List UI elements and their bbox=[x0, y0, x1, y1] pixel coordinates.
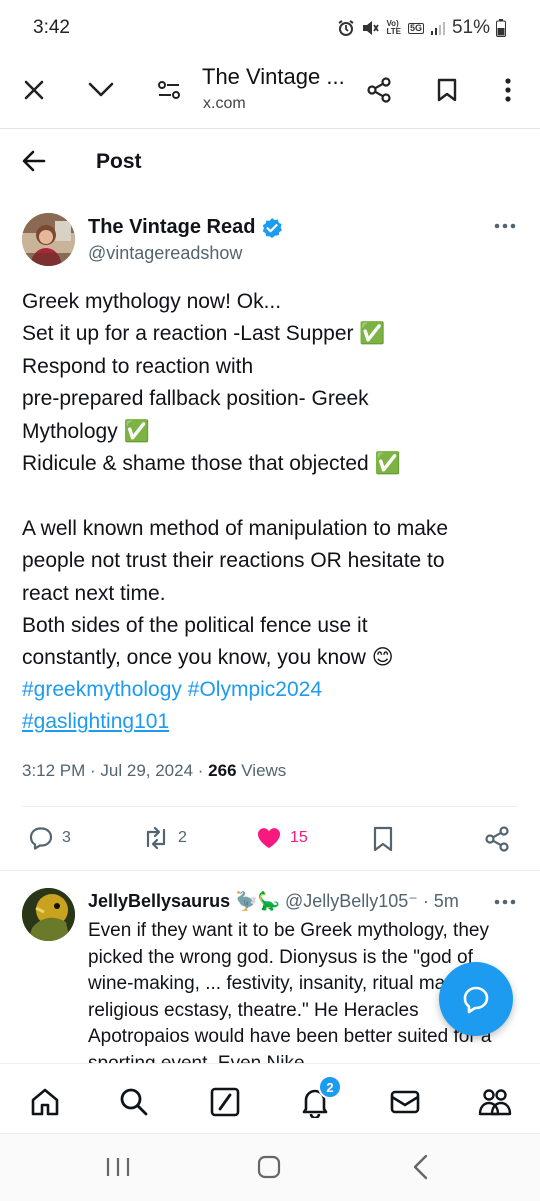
hashtag-link[interactable]: #Olympic2024 bbox=[188, 678, 322, 701]
verified-icon bbox=[261, 217, 283, 239]
communities-icon[interactable] bbox=[475, 1082, 515, 1122]
post-timestamp[interactable]: 3:12 PM · Jul 29, 2024 · bbox=[22, 761, 208, 780]
chat-bubble-icon bbox=[460, 983, 492, 1015]
author-name-text: The Vintage Read bbox=[88, 216, 256, 238]
recents-icon[interactable] bbox=[105, 1156, 131, 1178]
repost-count: 2 bbox=[178, 829, 187, 846]
browser-toolbar: The Vintage ... x.com bbox=[0, 58, 540, 128]
reply-author-handle[interactable]: @JellyBelly105⁻ bbox=[285, 891, 418, 911]
close-icon[interactable] bbox=[16, 72, 52, 108]
repost-icon bbox=[142, 826, 170, 850]
bookmark-icon bbox=[372, 826, 394, 852]
url-bar-title[interactable]: The Vintage ... bbox=[202, 64, 345, 90]
status-time: 3:42 bbox=[33, 17, 70, 38]
post-text: Greek mythology now! Ok... Set it up for… bbox=[22, 290, 449, 670]
post-meta: 3:12 PM · Jul 29, 2024 · 266 Views bbox=[22, 761, 286, 781]
divider bbox=[0, 128, 540, 129]
repost-button[interactable]: 2 bbox=[142, 826, 187, 850]
more-horizontal-icon[interactable] bbox=[494, 898, 516, 906]
divider bbox=[0, 870, 540, 871]
mute-icon bbox=[361, 19, 380, 37]
bookmark-post-button[interactable] bbox=[372, 826, 394, 852]
reply-icon bbox=[28, 826, 54, 850]
author-handle[interactable]: @vintagereadshow bbox=[88, 243, 242, 264]
search-icon[interactable] bbox=[114, 1082, 154, 1122]
like-button[interactable]: 15 bbox=[256, 826, 308, 850]
share-icon[interactable] bbox=[361, 72, 397, 108]
reply-author-emojis: 🦤🦕 bbox=[235, 891, 280, 911]
back-arrow-icon[interactable] bbox=[20, 146, 48, 176]
system-nav-bar bbox=[0, 1133, 540, 1201]
share-icon bbox=[484, 826, 510, 852]
views-label: Views bbox=[241, 761, 287, 780]
back-icon[interactable] bbox=[411, 1154, 429, 1180]
battery-level: 51% bbox=[451, 17, 490, 38]
status-icons: Vo) LTE 5G 51% bbox=[337, 17, 506, 39]
share-post-button[interactable] bbox=[484, 826, 510, 852]
site-settings-icon[interactable] bbox=[151, 72, 187, 108]
reply-header: JellyBellysaurus 🦤🦕 @JellyBelly105⁻ · 5m bbox=[88, 891, 459, 912]
signal-icon bbox=[430, 20, 446, 36]
home-button-icon[interactable] bbox=[257, 1155, 281, 1179]
reply-button[interactable]: 3 bbox=[28, 826, 71, 850]
network-type: 5G bbox=[407, 22, 424, 34]
like-count: 15 bbox=[290, 829, 308, 846]
hashtag-link[interactable]: #greekmythology bbox=[22, 678, 182, 701]
battery-icon bbox=[496, 19, 506, 37]
grok-icon[interactable] bbox=[205, 1082, 245, 1122]
post-hashtags: #greekmythology #Olympic2024 #gaslightin… bbox=[22, 674, 522, 739]
views-count: 266 bbox=[208, 761, 237, 780]
messages-icon[interactable] bbox=[385, 1082, 425, 1122]
page-title: Post bbox=[96, 150, 142, 173]
reply-author-name[interactable]: JellyBellysaurus bbox=[88, 891, 230, 911]
author-name[interactable]: The Vintage Read bbox=[88, 216, 283, 239]
url-bar-domain[interactable]: x.com bbox=[203, 95, 246, 113]
compose-reply-button[interactable] bbox=[439, 962, 513, 1036]
avatar[interactable] bbox=[22, 213, 75, 266]
heart-icon bbox=[256, 826, 282, 850]
chevron-down-icon[interactable] bbox=[83, 72, 119, 108]
reply-time: · 5m bbox=[422, 891, 459, 911]
reply-avatar[interactable] bbox=[22, 888, 75, 941]
bookmark-icon[interactable] bbox=[429, 72, 465, 108]
alarm-icon bbox=[337, 19, 355, 37]
reply-count: 3 bbox=[62, 829, 71, 846]
more-horizontal-icon[interactable] bbox=[494, 222, 516, 230]
bottom-nav bbox=[0, 1063, 540, 1134]
home-icon[interactable] bbox=[25, 1082, 65, 1122]
more-vertical-icon[interactable] bbox=[490, 72, 526, 108]
hashtag-link[interactable]: #gaslighting101 bbox=[22, 710, 169, 733]
volte-indicator: Vo) LTE bbox=[386, 19, 401, 36]
notifications-badge: 2 bbox=[318, 1075, 342, 1099]
post-actions: 3 2 15 bbox=[0, 820, 540, 860]
divider bbox=[22, 806, 518, 807]
